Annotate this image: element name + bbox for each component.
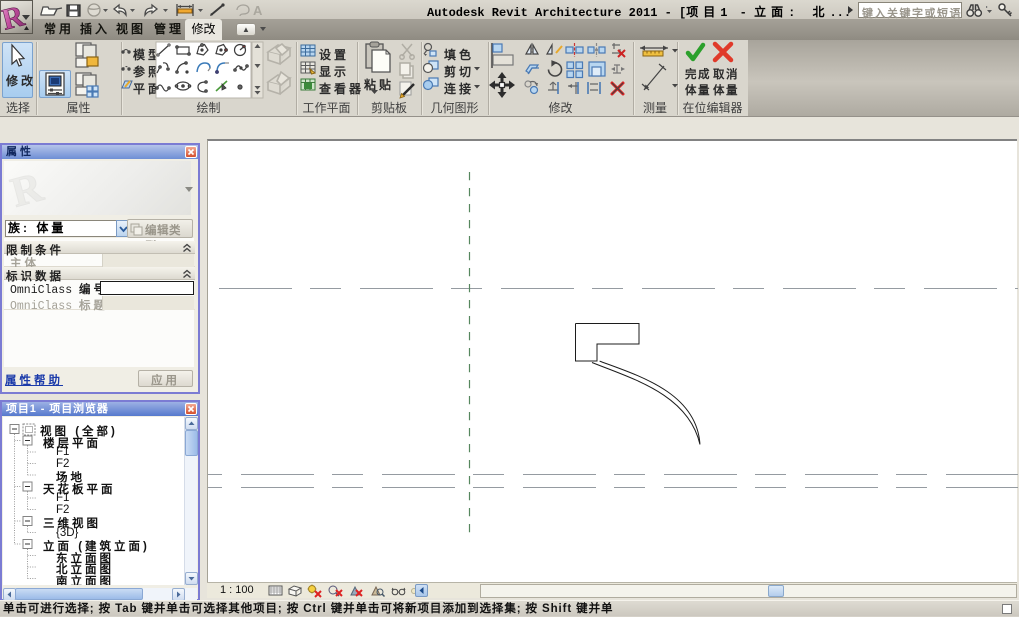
svg-text:R: R — [6, 164, 48, 213]
svg-text:A: A — [253, 3, 263, 18]
